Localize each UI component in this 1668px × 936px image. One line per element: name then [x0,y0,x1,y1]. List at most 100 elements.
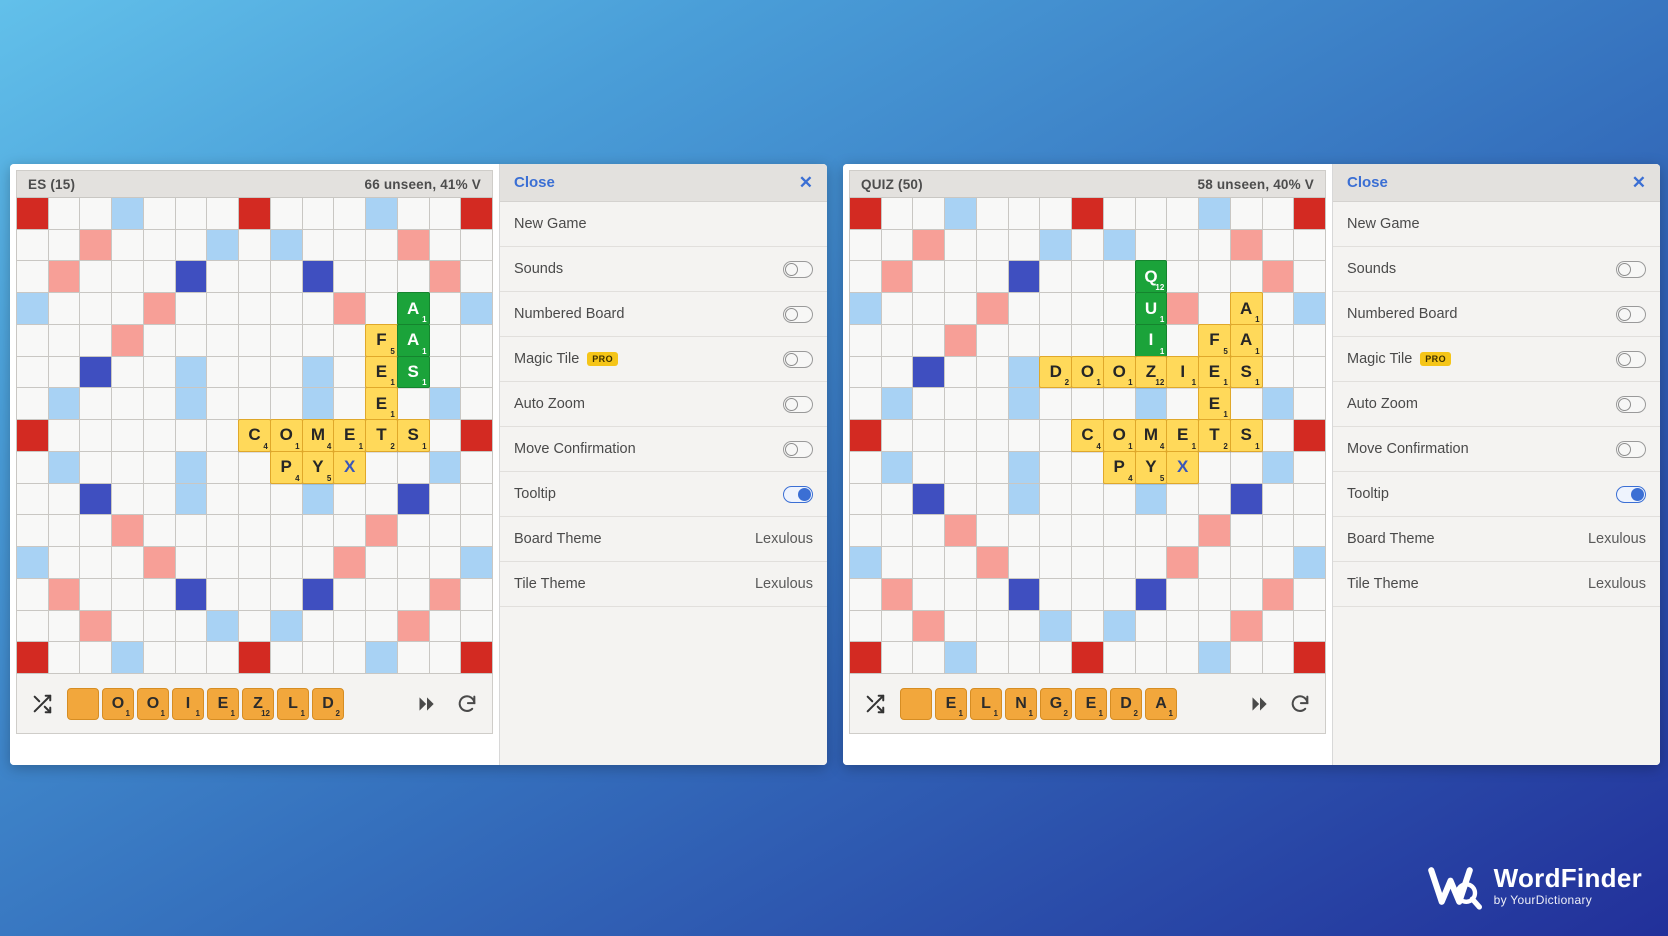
board-tile[interactable]: T2 [1198,419,1231,452]
board-cell[interactable] [143,388,175,420]
board-cell[interactable] [1167,324,1199,356]
board-cell[interactable] [1072,324,1103,356]
board-cell[interactable] [1072,261,1103,293]
board-cell[interactable] [913,198,945,229]
settings-row-auto-zoom[interactable]: Auto Zoom [500,382,827,427]
board-cell[interactable] [1199,198,1230,229]
board-cell[interactable] [945,451,976,483]
board-cell[interactable] [1072,293,1103,324]
board-cell[interactable] [143,356,175,388]
board-cell[interactable] [48,420,80,451]
board-cell[interactable] [334,261,366,293]
board-tile[interactable]: O1 [1102,355,1136,389]
board-cell[interactable] [1040,642,1072,673]
board-cell[interactable] [143,261,175,293]
board-cell[interactable] [397,610,429,642]
board-cell[interactable] [1072,198,1103,229]
board-cell[interactable] [850,229,881,261]
board-cell[interactable] [1167,578,1199,610]
board-cell[interactable] [1135,198,1167,229]
board-cell[interactable]: O1 [1102,419,1136,452]
board-tile[interactable]: O1 [1102,419,1136,452]
board-cell[interactable] [881,610,913,642]
board-cell[interactable] [48,642,80,673]
board-cell[interactable] [17,547,48,578]
rack-tile[interactable]: E1 [935,687,967,720]
board-cell[interactable] [1230,261,1262,293]
board-tile[interactable]: I1 [1134,323,1168,357]
board-cell[interactable] [80,515,112,547]
board-cell[interactable] [207,483,239,515]
board-cell[interactable] [302,515,334,547]
board-cell[interactable] [17,515,48,547]
rack-tile[interactable]: N1 [1005,687,1037,720]
board-cell[interactable] [1103,261,1135,293]
board-cell[interactable]: Y5 [1134,450,1168,484]
board-tile[interactable]: A1 [1229,323,1263,357]
board-cell[interactable] [48,388,80,420]
board-cell[interactable] [143,578,175,610]
board-cell[interactable] [397,388,429,420]
board-cell[interactable] [366,198,397,229]
board-cell[interactable] [302,547,334,578]
board-cell[interactable] [1135,483,1167,515]
board-cell[interactable]: D2 [1039,355,1073,389]
board-cell[interactable] [429,388,461,420]
board-cell[interactable] [17,420,48,451]
board-cell[interactable] [1072,388,1103,420]
board-cell[interactable] [913,293,945,324]
board-cell[interactable] [1103,388,1135,420]
board-cell[interactable] [143,483,175,515]
board-cell[interactable] [1294,356,1325,388]
board-cell[interactable] [1072,451,1103,483]
board-cell[interactable] [1103,293,1135,324]
board-cell[interactable] [112,451,143,483]
board-cell[interactable] [112,293,143,324]
board-cell[interactable] [270,324,302,356]
board-cell[interactable] [1040,610,1072,642]
toggle-switch[interactable] [783,485,813,503]
board-tile[interactable]: E1 [1198,387,1231,421]
board-cell[interactable] [112,324,143,356]
board-cell[interactable] [461,356,492,388]
board-cell[interactable]: P4 [1102,450,1136,484]
board-cell[interactable] [461,388,492,420]
board-cell[interactable] [48,578,80,610]
board-cell[interactable] [1008,515,1040,547]
board-tile[interactable]: A1 [1229,292,1263,325]
board-cell[interactable] [945,229,976,261]
board-cell[interactable] [945,261,976,293]
board-cell[interactable] [80,547,112,578]
rack-tile[interactable]: I1 [172,687,204,720]
board-cell[interactable] [175,578,207,610]
board-cell[interactable] [80,610,112,642]
board-cell[interactable] [143,229,175,261]
board-tile[interactable]: E1 [1198,355,1231,389]
board-cell[interactable] [207,547,239,578]
close-button[interactable]: Close [514,174,555,191]
board-cell[interactable] [302,229,334,261]
board-cell[interactable] [913,388,945,420]
board-cell[interactable] [302,356,334,388]
board-cell[interactable] [1008,578,1040,610]
board-cell[interactable] [302,610,334,642]
board-cell[interactable] [17,451,48,483]
board-cell[interactable] [239,261,270,293]
board-cell[interactable] [1040,293,1072,324]
board-cell[interactable] [1262,451,1294,483]
board-cell[interactable] [881,198,913,229]
board-cell[interactable] [366,293,397,324]
board-cell[interactable] [1040,515,1072,547]
game-board-right[interactable]: Q 12 U 1 A 1 I 1 F 5 A 1 D 2 O 1 O 1 Z 12 I 1 E 1 S 1 E 1 C 4 O 1 M 4 E 1 T 2… [849,197,1326,674]
board-cell[interactable] [881,578,913,610]
board-cell[interactable] [239,324,270,356]
board-cell[interactable] [239,388,270,420]
rack-tile[interactable]: L1 [970,687,1002,720]
board-cell[interactable] [239,356,270,388]
board-cell[interactable] [397,515,429,547]
board-cell[interactable] [270,198,302,229]
board-cell[interactable] [366,642,397,673]
board-cell[interactable] [461,293,492,324]
board-cell[interactable] [17,610,48,642]
board-cell[interactable] [1294,547,1325,578]
